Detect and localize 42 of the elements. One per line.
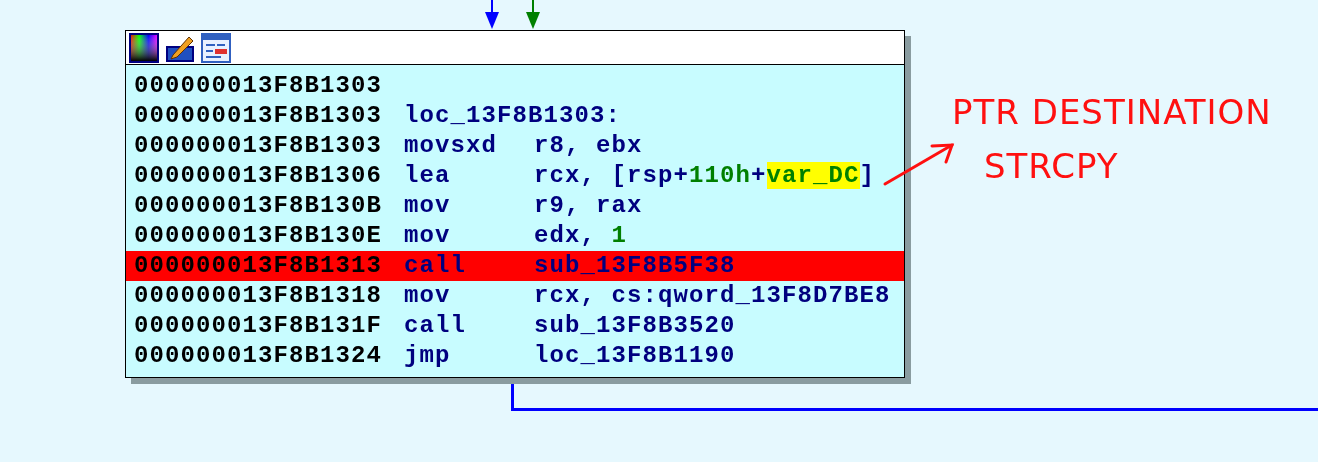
address-text: 000000013F8B1318 [134, 281, 384, 311]
mnemonic-text: movsxd [404, 131, 498, 161]
code-line[interactable]: 000000013F8B130B mov r9, rax [126, 191, 904, 221]
mnemonic-text: mov [404, 191, 452, 221]
graph-window-icon[interactable] [201, 32, 231, 63]
operand-text: edx, 1 [534, 221, 628, 251]
label-text: loc_13F8B1303: [404, 101, 622, 131]
mnemonic-text: jmp [404, 341, 452, 371]
address-text: 000000013F8B131F [134, 311, 384, 341]
operand-text: sub_13F8B3520 [534, 311, 736, 341]
address-text: 000000013F8B1303 [134, 131, 384, 161]
address-text: 000000013F8B1303 [134, 71, 384, 101]
operand-text: r8, ebx [534, 131, 643, 161]
address-text: 000000013F8B1303 [134, 101, 384, 131]
edge-arrow [525, 0, 541, 30]
code-line[interactable]: 000000013F8B1303 movsxd r8, ebx [126, 131, 904, 161]
handwritten-note: PTR DESTINATION [952, 92, 1272, 132]
color-palette-icon[interactable] [129, 32, 159, 63]
edge-arrow [484, 0, 500, 30]
address-text: 000000013F8B130E [134, 221, 384, 251]
mnemonic-text: call [404, 251, 467, 281]
address-text: 000000013F8B130B [134, 191, 384, 221]
mnemonic-text: mov [404, 281, 452, 311]
code-line[interactable]: 000000013F8B1306 lea rcx, [rsp+110h+var_DC] [126, 161, 904, 191]
code-line[interactable]: 000000013F8B1318 mov rcx, cs:qword_13F8D7BE8 [126, 281, 904, 311]
operand-text: r9, rax [534, 191, 643, 221]
address-text: 000000013F8B1313 [134, 251, 384, 281]
code-line[interactable]: 000000013F8B130E mov edx, 1 [126, 221, 904, 251]
code-line[interactable]: 000000013F8B1303 [126, 71, 904, 101]
mnemonic-text: mov [404, 221, 452, 251]
operand-text: loc_13F8B1190 [534, 341, 736, 371]
handwritten-note: STRCPY [984, 146, 1120, 186]
operand-text: rcx, [rsp+110h+var_DC] [534, 161, 876, 191]
operand-text: sub_13F8B5F38 [534, 251, 736, 281]
mnemonic-text: call [404, 311, 467, 341]
operand-text: rcx, cs:qword_13F8D7BE8 [534, 281, 891, 311]
address-text: 000000013F8B1306 [134, 161, 384, 191]
mnemonic-text: lea [404, 161, 452, 191]
code-line[interactable]: 000000013F8B1324 jmp loc_13F8B1190 [126, 341, 904, 371]
code-line[interactable]: 000000013F8B131F call sub_13F8B3520 [126, 311, 904, 341]
code-line[interactable]: 000000013F8B1303 loc_13F8B1303: [126, 101, 904, 131]
address-text: 000000013F8B1324 [134, 341, 384, 371]
